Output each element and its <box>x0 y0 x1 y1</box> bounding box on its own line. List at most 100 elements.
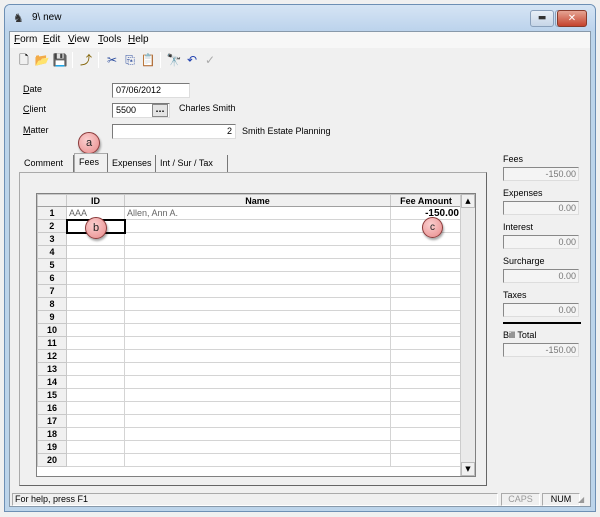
table-row[interactable]: 7 <box>37 284 462 298</box>
table-row[interactable]: 14 <box>37 375 462 389</box>
table-row[interactable]: 20 <box>37 453 462 467</box>
column-header-name[interactable]: Name <box>124 194 391 207</box>
name-cell[interactable] <box>124 245 391 259</box>
grid-vertical-scrollbar[interactable]: ▲ ▼ <box>460 194 475 476</box>
table-row[interactable]: 6 <box>37 271 462 285</box>
fee-amount-cell[interactable] <box>390 375 462 389</box>
id-cell[interactable] <box>66 349 125 363</box>
id-cell[interactable] <box>66 336 125 350</box>
name-cell[interactable] <box>124 388 391 402</box>
name-cell[interactable] <box>124 427 391 441</box>
table-row[interactable]: 5 <box>37 258 462 272</box>
menu-edit[interactable]: Edit <box>43 34 60 45</box>
name-cell[interactable] <box>124 349 391 363</box>
matter-field[interactable]: 2 <box>112 124 236 139</box>
column-header-id[interactable]: ID <box>66 194 125 207</box>
fee-amount-cell[interactable] <box>390 284 462 298</box>
table-row[interactable]: 19 <box>37 440 462 454</box>
spell-check-icon[interactable]: ✓ <box>202 52 218 68</box>
name-cell[interactable] <box>124 440 391 454</box>
id-cell[interactable] <box>66 388 125 402</box>
save-icon[interactable]: 💾 <box>52 52 68 68</box>
client-lookup-button[interactable]: ... <box>152 104 168 117</box>
menu-form[interactable]: Form <box>14 34 37 45</box>
resize-grip-icon[interactable]: ◢ <box>578 495 588 505</box>
id-cell[interactable] <box>66 323 125 337</box>
table-row[interactable]: 13 <box>37 362 462 376</box>
name-cell[interactable] <box>124 258 391 272</box>
column-header-fee-amount[interactable]: Fee Amount <box>390 194 462 207</box>
table-row[interactable]: 16 <box>37 401 462 415</box>
table-row[interactable]: 9 <box>37 310 462 324</box>
menu-tools[interactable]: Tools <box>98 34 121 45</box>
name-cell[interactable] <box>124 362 391 376</box>
table-row[interactable]: 17 <box>37 414 462 428</box>
name-cell[interactable] <box>124 271 391 285</box>
fee-amount-cell[interactable] <box>390 258 462 272</box>
title-bar[interactable]: ♞ 9\ new ▬ □ ✕ <box>5 5 595 31</box>
find-icon[interactable]: 🔭 <box>166 52 182 68</box>
name-cell[interactable]: Allen, Ann A. <box>124 206 391 220</box>
name-cell[interactable] <box>124 297 391 311</box>
fee-amount-cell[interactable] <box>390 427 462 441</box>
copy-icon[interactable]: ⎘ <box>122 52 138 68</box>
fee-amount-cell[interactable] <box>390 310 462 324</box>
folder-up-icon[interactable]: ⤴ <box>78 52 94 68</box>
fee-amount-cell[interactable] <box>390 297 462 311</box>
id-cell[interactable] <box>66 427 125 441</box>
id-cell[interactable] <box>66 362 125 376</box>
cut-icon[interactable]: ✂ <box>104 52 120 68</box>
scroll-down-button[interactable]: ▼ <box>461 462 475 476</box>
table-row[interactable]: 8 <box>37 297 462 311</box>
name-cell[interactable] <box>124 310 391 324</box>
date-field[interactable]: 07/06/2012 <box>112 83 190 98</box>
id-cell[interactable] <box>66 414 125 428</box>
fee-amount-cell[interactable] <box>390 440 462 454</box>
table-row[interactable]: 10 <box>37 323 462 337</box>
fee-amount-cell[interactable] <box>390 336 462 350</box>
id-cell[interactable] <box>66 284 125 298</box>
menu-view[interactable]: View <box>68 34 90 45</box>
fee-amount-cell[interactable] <box>390 453 462 467</box>
fee-amount-cell[interactable] <box>390 401 462 415</box>
fee-amount-cell[interactable] <box>390 245 462 259</box>
fee-amount-cell[interactable] <box>390 388 462 402</box>
table-row[interactable]: 12 <box>37 349 462 363</box>
name-cell[interactable] <box>124 284 391 298</box>
id-cell[interactable] <box>66 271 125 285</box>
new-icon[interactable]: 🗋 <box>16 52 32 68</box>
table-row[interactable]: 11 <box>37 336 462 350</box>
name-cell[interactable] <box>124 323 391 337</box>
fee-amount-cell[interactable] <box>390 362 462 376</box>
name-cell[interactable] <box>124 401 391 415</box>
menu-help[interactable]: Help <box>128 34 149 45</box>
id-cell[interactable] <box>66 245 125 259</box>
table-row[interactable]: 15 <box>37 388 462 402</box>
fee-amount-cell[interactable]: -150.00 <box>390 206 462 220</box>
tab-comment[interactable]: Comment <box>20 155 74 173</box>
scroll-up-button[interactable]: ▲ <box>461 194 475 208</box>
open-icon[interactable]: 📂 <box>34 52 50 68</box>
id-cell[interactable] <box>66 375 125 389</box>
name-cell[interactable] <box>124 336 391 350</box>
minimize-button[interactable]: ▬ <box>530 10 554 27</box>
name-cell[interactable] <box>124 219 391 233</box>
id-cell[interactable] <box>66 297 125 311</box>
tab-fees[interactable]: Fees <box>74 153 108 173</box>
fee-amount-cell[interactable] <box>390 349 462 363</box>
name-cell[interactable] <box>124 414 391 428</box>
fee-amount-cell[interactable] <box>390 414 462 428</box>
close-button[interactable]: ✕ <box>557 10 587 27</box>
name-cell[interactable] <box>124 375 391 389</box>
id-cell[interactable] <box>66 258 125 272</box>
tab-int-sur-tax[interactable]: Int / Sur / Tax <box>156 155 228 173</box>
id-cell[interactable] <box>66 310 125 324</box>
tab-expenses[interactable]: Expenses <box>108 155 156 173</box>
fee-amount-cell[interactable] <box>390 271 462 285</box>
id-cell[interactable] <box>66 401 125 415</box>
name-cell[interactable] <box>124 453 391 467</box>
table-row[interactable]: 18 <box>37 427 462 441</box>
table-row[interactable]: 4 <box>37 245 462 259</box>
paste-icon[interactable]: 📋 <box>140 52 156 68</box>
fee-amount-cell[interactable] <box>390 323 462 337</box>
